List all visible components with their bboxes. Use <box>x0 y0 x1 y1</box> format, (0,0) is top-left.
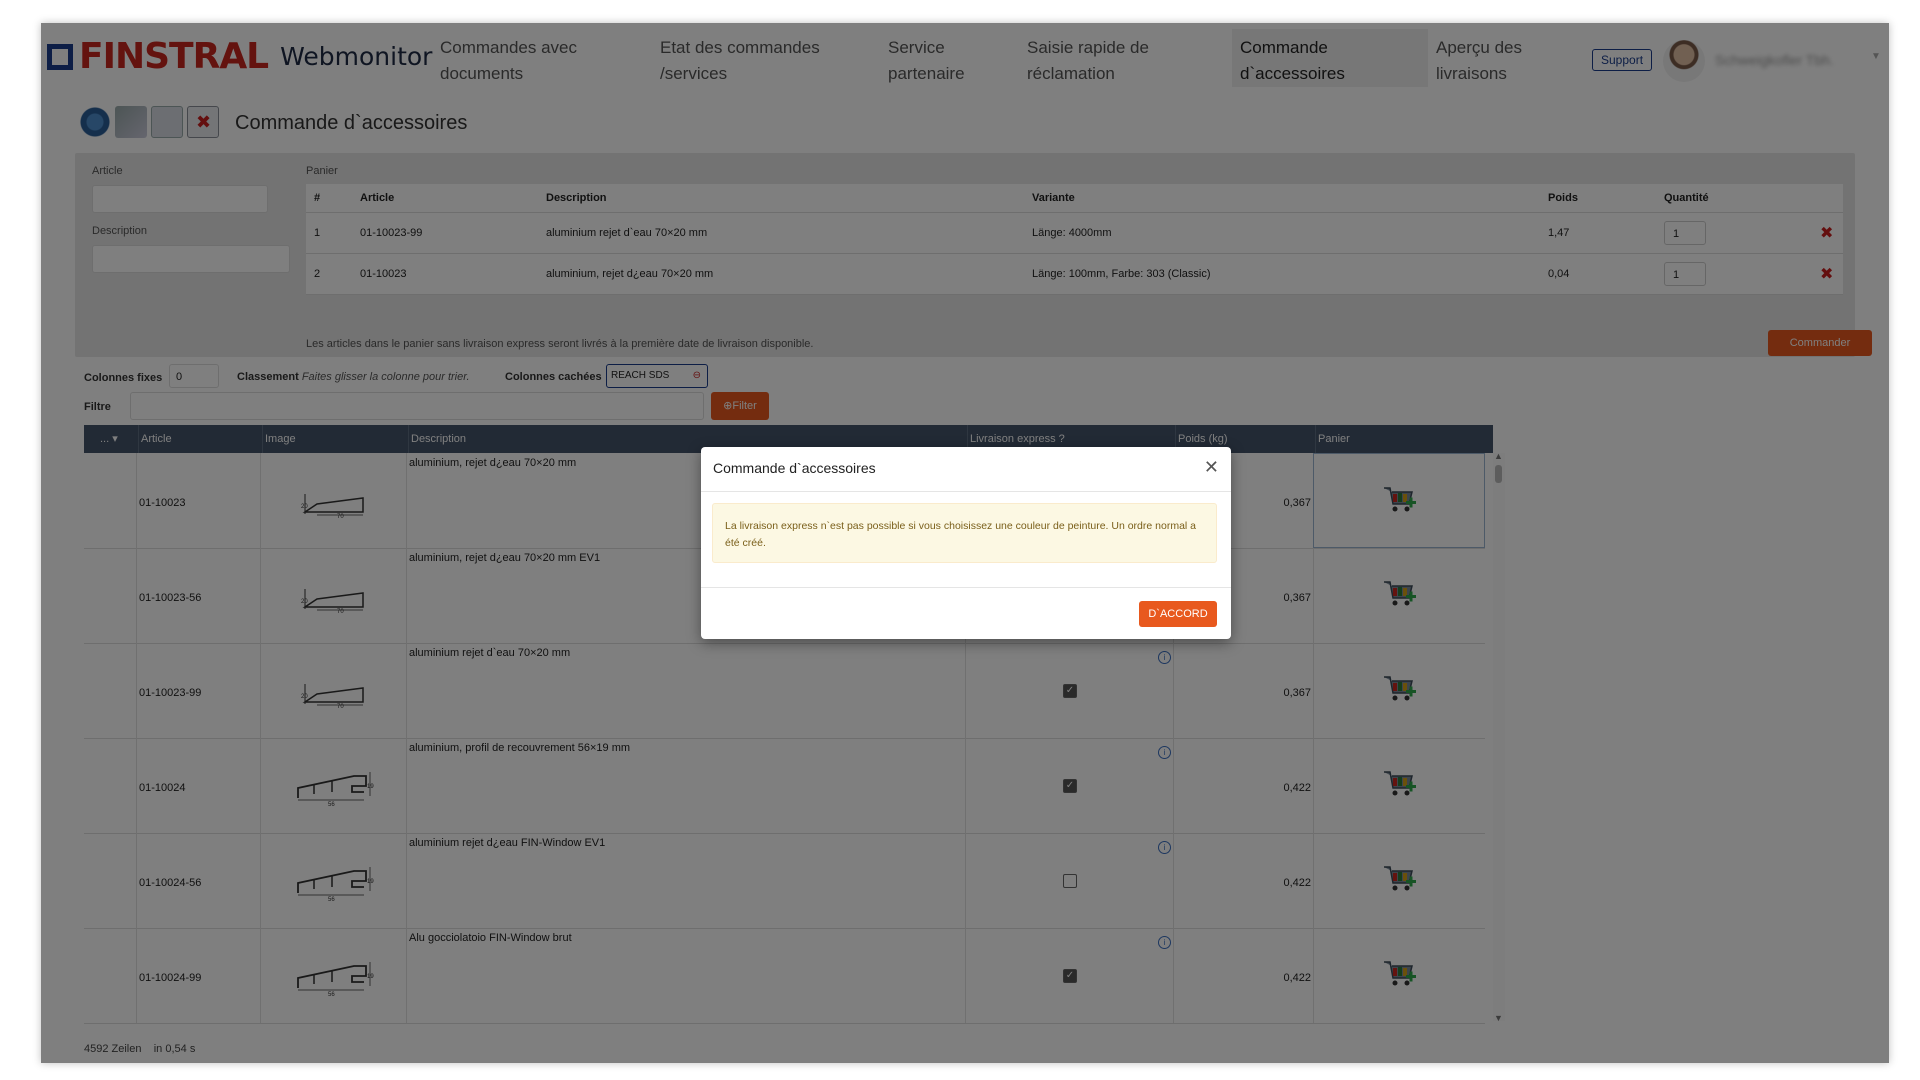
app-window: FINSTRAL Webmonitor Commandes avec docum… <box>41 23 1889 1063</box>
modal-warning-message: La livraison express n`est pas possible … <box>712 503 1217 563</box>
modal-dialog: Commande d`accessoires ✕ La livraison ex… <box>701 447 1231 639</box>
ok-button[interactable]: D`ACCORD <box>1139 601 1217 627</box>
modal-title: Commande d`accessoires <box>713 460 876 476</box>
close-icon[interactable]: ✕ <box>1204 457 1219 478</box>
modal-divider <box>701 587 1231 588</box>
modal-divider <box>701 491 1231 492</box>
